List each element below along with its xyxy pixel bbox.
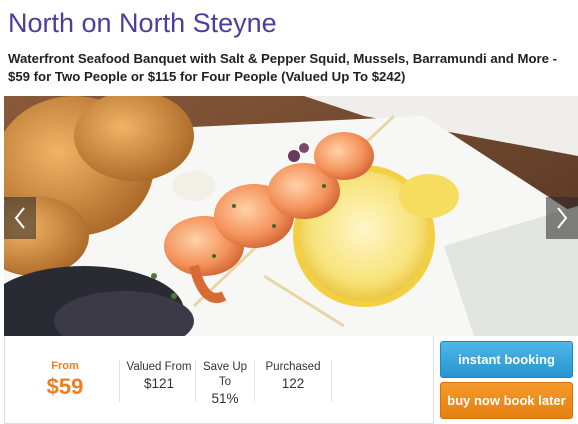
carousel-next-button[interactable]	[546, 197, 578, 239]
purchased-label: Purchased	[265, 361, 321, 373]
purchased-stat: Purchased 122	[257, 360, 329, 391]
valued-from-value: $121	[143, 376, 175, 391]
purchased-value: 122	[281, 376, 305, 391]
divider	[195, 360, 196, 402]
carousel-prev-button[interactable]	[4, 197, 36, 239]
deal-photo	[4, 96, 578, 336]
valued-from-label: Valued From	[126, 361, 192, 373]
buy-now-book-later-button[interactable]: buy now book later	[440, 382, 573, 419]
deal-headline: Waterfront Seafood Banquet with Salt & P…	[8, 51, 558, 84]
chevron-left-icon	[14, 207, 25, 229]
price-block: From $59	[25, 360, 105, 400]
merchant-title: North on North Steyne	[8, 8, 277, 38]
price-value: $59	[46, 374, 84, 399]
divider	[254, 360, 255, 402]
valued-from-stat: Valued From $121	[123, 360, 195, 391]
price-from-label: From	[51, 360, 79, 372]
deal-info-bar: From $59 Valued From $121 Save Up To 51%…	[4, 336, 434, 424]
chevron-right-icon	[557, 207, 568, 229]
savings-value: 51%	[211, 391, 239, 406]
savings-stat: Save Up To 51%	[197, 360, 253, 406]
divider	[119, 360, 120, 402]
savings-label-line1: Save Up	[202, 361, 248, 373]
instant-booking-button[interactable]: instant booking	[440, 341, 573, 378]
image-carousel[interactable]	[4, 96, 578, 336]
savings-label-line2: To	[218, 376, 232, 388]
divider	[331, 360, 332, 402]
